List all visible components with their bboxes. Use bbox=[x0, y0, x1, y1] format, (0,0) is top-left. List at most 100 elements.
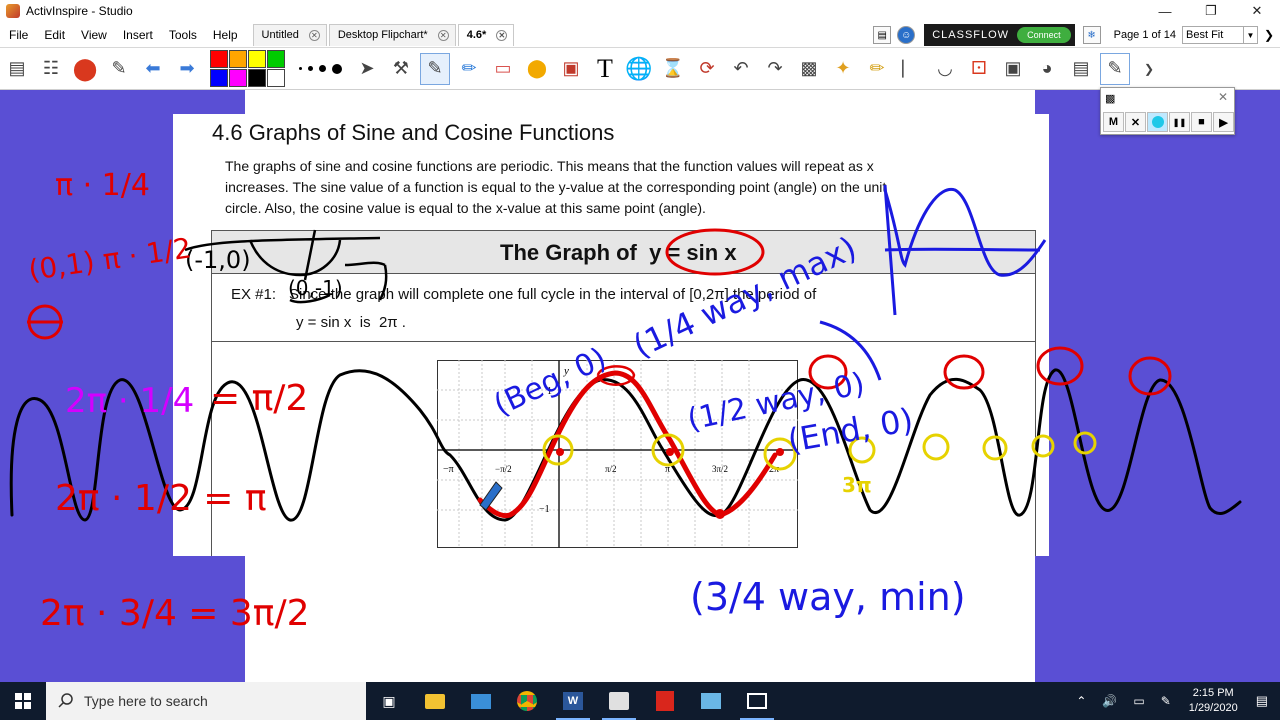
notifications-icon[interactable]: ▤ bbox=[1256, 693, 1268, 709]
tab-4-6[interactable]: 4.6* ✕ bbox=[457, 23, 515, 46]
pen-width-3[interactable] bbox=[319, 65, 326, 72]
zoom-select[interactable]: Best Fit ▼ bbox=[1182, 26, 1258, 44]
shapes-icon[interactable]: ▣ bbox=[556, 53, 586, 85]
pen-width-selector bbox=[299, 63, 342, 74]
volume-icon[interactable]: 🔊 bbox=[1102, 694, 1117, 708]
word-icon[interactable]: W bbox=[550, 682, 596, 720]
page-browser-icon[interactable]: ❄ bbox=[1082, 26, 1101, 44]
yellow-ink-circle bbox=[1073, 431, 1097, 455]
recorder-cancel-button[interactable]: ✕ bbox=[1125, 112, 1146, 132]
menu-insert[interactable]: Insert bbox=[114, 28, 160, 42]
pen-width-4[interactable] bbox=[332, 63, 342, 74]
color-palette bbox=[210, 50, 285, 87]
globe-icon[interactable]: 🌐 bbox=[624, 53, 654, 85]
camera-icon[interactable]: ◕ bbox=[1032, 53, 1062, 85]
color-swatch-orange[interactable] bbox=[229, 50, 247, 68]
classflow-connect-button[interactable]: Connect bbox=[1017, 27, 1071, 43]
pen-icon[interactable]: ✎ bbox=[420, 52, 450, 85]
text-icon[interactable]: T bbox=[590, 53, 620, 85]
file-explorer-icon[interactable] bbox=[412, 682, 458, 720]
activinspire-taskbar-icon[interactable] bbox=[596, 682, 642, 720]
acrobat-icon[interactable] bbox=[642, 682, 688, 720]
notes-icon[interactable]: ▤ bbox=[1066, 53, 1096, 85]
menu-tools[interactable]: Tools bbox=[160, 28, 204, 42]
mail-app-icon[interactable] bbox=[458, 682, 504, 720]
start-button[interactable] bbox=[0, 682, 46, 720]
dashboard-icon[interactable]: ▤ bbox=[873, 26, 892, 44]
minimize-button[interactable]: — bbox=[1142, 0, 1188, 22]
tray-chevron-up-icon[interactable]: ⌃ bbox=[1076, 694, 1086, 708]
flipchart-canvas[interactable]: 4.6 Graphs of Sine and Cosine Functions … bbox=[0, 90, 1280, 682]
presenter-tools-icon[interactable]: ✎ bbox=[1100, 52, 1130, 85]
menu-edit[interactable]: Edit bbox=[35, 28, 72, 42]
pencil-tool-icon[interactable]: ✏ bbox=[862, 53, 892, 85]
camera-snapshot-icon[interactable]: ▩ bbox=[794, 53, 824, 85]
menu-file[interactable]: File bbox=[0, 28, 35, 42]
record-dot-icon bbox=[1151, 116, 1164, 128]
recorder-close-icon[interactable]: ✕ bbox=[1218, 90, 1228, 104]
photos-icon[interactable] bbox=[734, 682, 780, 720]
dice-icon[interactable]: ⚀ bbox=[964, 53, 994, 85]
redo-icon[interactable]: ↷ bbox=[760, 53, 790, 85]
yellow-ink-circle bbox=[982, 435, 1008, 461]
recorder-stop-button[interactable]: ■ bbox=[1191, 112, 1212, 132]
browsers-icon[interactable]: ☷ bbox=[36, 53, 66, 85]
reset-page-icon[interactable]: ⬤ bbox=[70, 53, 100, 85]
pen-width-1[interactable] bbox=[299, 67, 302, 70]
screen-shade-icon[interactable]: ▣ bbox=[998, 53, 1028, 85]
recorder-pause-button[interactable]: ❚❚ bbox=[1169, 112, 1190, 132]
color-swatch-red[interactable] bbox=[210, 50, 228, 68]
tab-untitled[interactable]: Untitled ✕ bbox=[252, 23, 327, 46]
red-ink-dot bbox=[556, 448, 564, 456]
battery-icon[interactable]: ▭ bbox=[1133, 694, 1144, 708]
undo-icon[interactable]: ↶ bbox=[726, 53, 756, 85]
color-swatch-white[interactable] bbox=[267, 69, 285, 87]
recorder-mode-button[interactable]: M bbox=[1103, 112, 1124, 132]
color-swatch-yellow[interactable] bbox=[248, 50, 266, 68]
main-menu-icon[interactable]: ▤ bbox=[2, 53, 32, 85]
tools-icon[interactable]: ⚒ bbox=[386, 53, 416, 85]
desktop-annotate-icon[interactable]: ✎ bbox=[104, 53, 134, 85]
taskbar-search[interactable]: Type here to search bbox=[46, 682, 366, 720]
tab-desktop-flipchart[interactable]: Desktop Flipchart* ✕ bbox=[328, 23, 456, 46]
ruler-icon[interactable]: ⎸ bbox=[896, 53, 926, 85]
magic-ink-icon[interactable]: ✦ bbox=[828, 53, 858, 85]
task-view-icon[interactable]: ▣ bbox=[366, 682, 412, 720]
color-swatch-black[interactable] bbox=[248, 69, 266, 87]
eraser-icon[interactable]: ▭ bbox=[488, 53, 518, 85]
red-ink-circle bbox=[1128, 356, 1172, 396]
pen-width-2[interactable] bbox=[308, 66, 313, 71]
refresh-icon[interactable]: ⟳ bbox=[692, 53, 722, 85]
tab-close-icon[interactable]: ✕ bbox=[437, 29, 449, 41]
menu-view[interactable]: View bbox=[72, 28, 114, 42]
close-button[interactable]: ✕ bbox=[1234, 0, 1280, 22]
taskbar-clock[interactable]: 2:15 PM 1/29/2020 bbox=[1189, 686, 1238, 716]
hourglass-icon[interactable]: ⌛ bbox=[658, 53, 688, 85]
restore-button[interactable]: ❐ bbox=[1188, 0, 1234, 22]
red-ink-note: 2π · 1/2 = π bbox=[55, 478, 267, 519]
recorder-play-button[interactable]: ▶ bbox=[1213, 112, 1234, 132]
tab-close-icon[interactable]: ✕ bbox=[496, 29, 508, 41]
red-ink-note: = π/2 bbox=[210, 378, 308, 419]
next-page-icon[interactable]: ➡ bbox=[172, 53, 202, 85]
color-swatch-green[interactable] bbox=[267, 50, 285, 68]
color-swatch-magenta[interactable] bbox=[229, 69, 247, 87]
pen-tray-icon[interactable]: ✎ bbox=[1161, 694, 1171, 708]
highlighter-icon[interactable]: ✏ bbox=[454, 53, 484, 85]
recorder-record-button[interactable] bbox=[1147, 112, 1168, 132]
select-icon[interactable]: ➤ bbox=[352, 53, 382, 85]
tab-close-icon[interactable]: ✕ bbox=[308, 29, 320, 41]
chrome-icon[interactable] bbox=[504, 682, 550, 720]
menu-scroll-right-icon[interactable]: ❯ bbox=[1258, 28, 1280, 42]
toolbar-scroll-right-icon[interactable]: ❯ bbox=[1134, 53, 1164, 85]
fill-icon[interactable]: ⬤ bbox=[522, 53, 552, 85]
accessibility-icon[interactable]: ☺ bbox=[897, 26, 916, 44]
screen-capture-icon[interactable] bbox=[688, 682, 734, 720]
color-swatch-blue[interactable] bbox=[210, 69, 228, 87]
zoom-value: Best Fit bbox=[1186, 29, 1224, 41]
menu-right-area: ▤ ☺ CLASSFLOW Connect ❄ Page 1 of 14 Bes… bbox=[870, 22, 1280, 48]
protractor-icon[interactable]: ◡ bbox=[930, 53, 960, 85]
menu-help[interactable]: Help bbox=[204, 28, 245, 42]
previous-page-icon[interactable]: ⬅ bbox=[138, 53, 168, 85]
recorder-camera-icon: ▩ bbox=[1105, 93, 1116, 105]
